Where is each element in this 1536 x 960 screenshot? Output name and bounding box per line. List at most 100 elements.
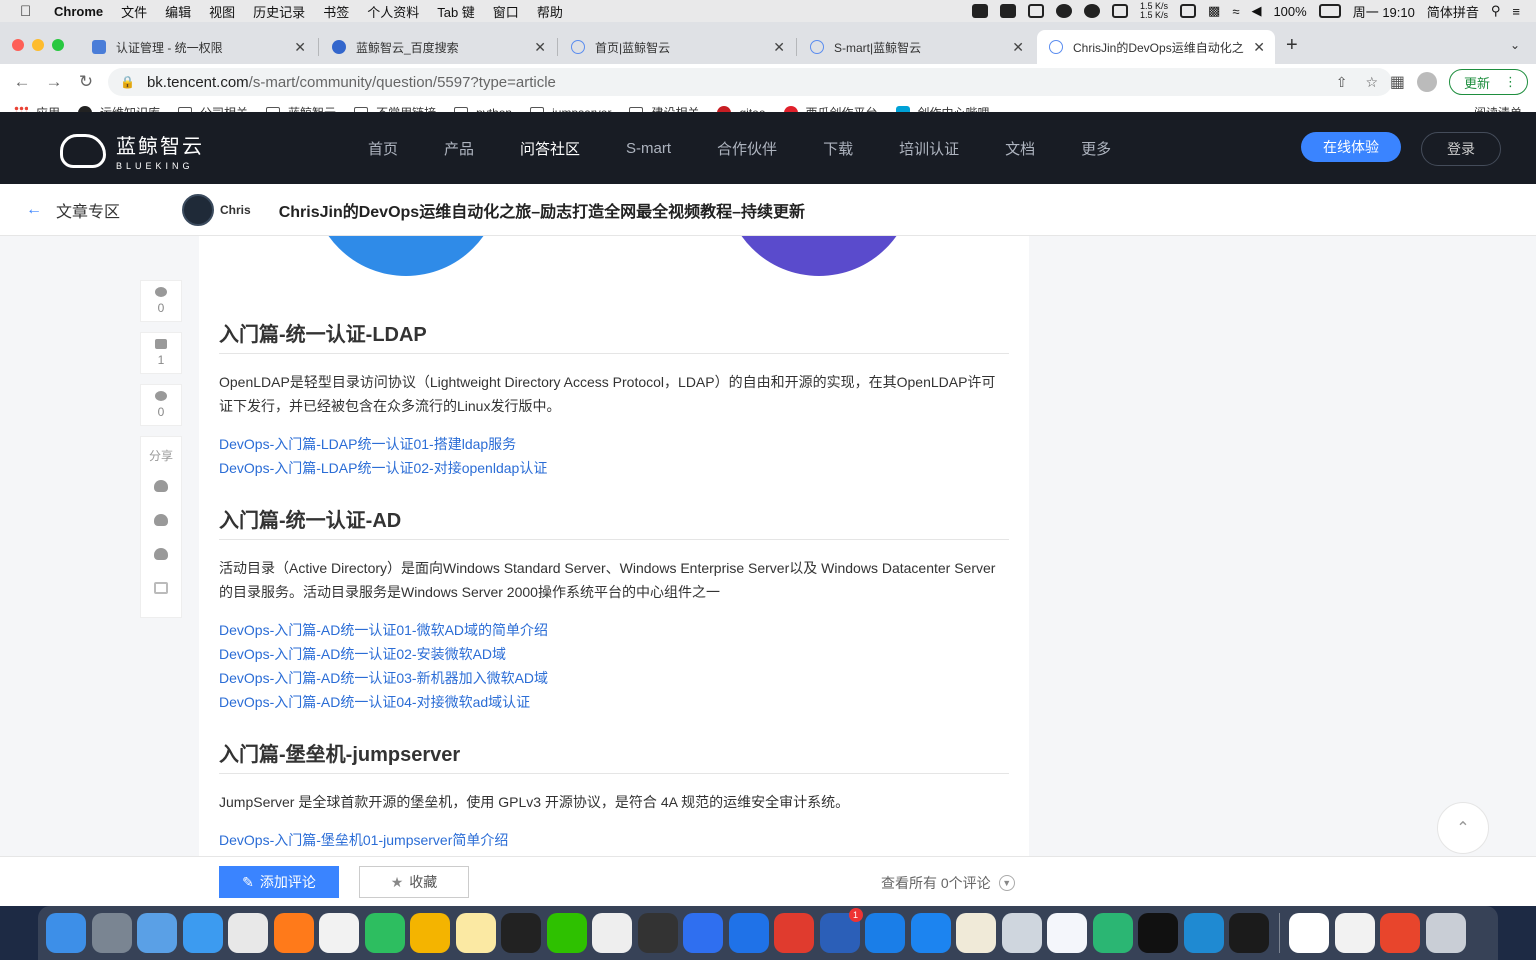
firefox-icon[interactable] — [273, 913, 314, 953]
qq-share-icon[interactable] — [154, 514, 168, 526]
copy-link-icon[interactable] — [154, 582, 168, 594]
article-link[interactable]: DevOps-入门篇-AD统一认证01-微软AD域的简单介绍 — [219, 618, 1009, 642]
wechat-status-icon[interactable] — [1084, 4, 1100, 18]
star-button[interactable]: 0 — [140, 384, 182, 426]
status-app-icon[interactable] — [972, 4, 988, 18]
profile-avatar-icon[interactable] — [1416, 72, 1437, 92]
apple-menu-icon[interactable]:  — [20, 3, 40, 20]
author-avatar[interactable] — [182, 193, 215, 226]
menu-tab[interactable]: Tab 键 — [437, 2, 475, 21]
display-icon[interactable] — [1180, 4, 1197, 18]
menu-app-name[interactable]: Chrome — [54, 4, 103, 19]
calendar-icon[interactable] — [1289, 913, 1329, 953]
launchpad-icon[interactable] — [91, 913, 132, 953]
menu-bookmarks[interactable]: 书签 — [323, 2, 349, 21]
sourcetree-icon[interactable] — [728, 913, 769, 953]
pycharm-icon[interactable] — [1229, 913, 1269, 953]
preview-icon[interactable] — [1380, 913, 1420, 953]
control-center-icon[interactable]: ≡ — [1512, 4, 1520, 19]
menu-view[interactable]: 视图 — [209, 2, 235, 21]
battery-icon[interactable] — [1318, 4, 1341, 18]
menu-help[interactable]: 帮助 — [537, 2, 563, 21]
article-link[interactable]: DevOps-入门篇-AD统一认证03-新机器加入微软AD域 — [219, 666, 1009, 690]
menu-window[interactable]: 窗口 — [493, 2, 519, 21]
finder-icon[interactable] — [46, 913, 86, 953]
safari-icon[interactable] — [182, 913, 223, 953]
tab-2[interactable]: 蓝鲸智云_百度搜索 ✕ — [320, 30, 556, 64]
tab-3[interactable]: 首页|蓝鲸智云 ✕ — [559, 30, 795, 64]
zoom-window-button[interactable] — [52, 39, 64, 51]
close-tab-icon[interactable]: ✕ — [773, 39, 785, 56]
new-tab-button[interactable]: + — [1286, 34, 1298, 57]
wifi-icon[interactable]: ≈ — [1232, 4, 1239, 19]
article-link[interactable]: DevOps-入门篇-堡垒机01-jumpserver简单介绍 — [219, 828, 1009, 852]
trash-icon[interactable] — [1425, 913, 1466, 953]
feishu-icon[interactable] — [683, 913, 723, 953]
nav-products[interactable]: 产品 — [444, 138, 474, 159]
menu-profiles[interactable]: 个人资料 — [367, 2, 419, 21]
bluetooth-icon[interactable]: ▩ — [1208, 3, 1220, 19]
qq-status-icon[interactable] — [1056, 4, 1072, 18]
messages-icon[interactable] — [592, 913, 632, 953]
nav-download[interactable]: 下载 — [823, 138, 853, 159]
scroll-to-top-button[interactable]: ⌃ — [1437, 802, 1489, 854]
try-online-button[interactable]: 在线体验 — [1301, 132, 1401, 162]
bookmark-star-icon[interactable]: ☆ — [1365, 74, 1378, 91]
nav-docs[interactable]: 文档 — [1005, 138, 1035, 159]
disk-utility-icon[interactable] — [1001, 913, 1042, 953]
article-link[interactable]: DevOps-入门篇-LDAP统一认证02-对接openldap认证 — [219, 456, 1009, 480]
like-button[interactable]: 1 — [140, 332, 182, 374]
terminal-zen-icon[interactable] — [637, 913, 678, 953]
spotlight-icon[interactable]: ⚲ — [1491, 3, 1501, 19]
wps-icon[interactable] — [774, 913, 814, 953]
share-icon[interactable]: ⇧ — [1336, 74, 1348, 91]
blueking-logo[interactable]: 蓝鲸智云 BLUEKING — [60, 130, 204, 171]
favorite-button[interactable]: ★ 收藏 — [359, 866, 469, 898]
clock[interactable]: 周一 19:10 — [1353, 2, 1415, 21]
author-name[interactable]: Chris — [220, 203, 251, 217]
add-comment-button[interactable]: ✎ 添加评论 — [219, 866, 339, 898]
section-name[interactable]: 文章专区 — [56, 198, 120, 222]
testflight-icon[interactable] — [910, 913, 951, 953]
reload-button[interactable]: ↻ — [70, 72, 102, 92]
wps-status-icon[interactable] — [1000, 4, 1016, 18]
view-all-comments[interactable]: 查看所有 0个评论 ▼ — [881, 873, 1015, 893]
notebook-icon[interactable] — [956, 913, 996, 953]
extensions-puzzle-icon[interactable]: ▦ — [1390, 72, 1405, 92]
article-link[interactable]: DevOps-入门篇-AD统一认证04-对接微软ad域认证 — [219, 690, 1009, 714]
screen-record-icon[interactable] — [1028, 4, 1044, 18]
minimize-window-button[interactable] — [32, 39, 44, 51]
nav-more[interactable]: 更多 — [1081, 138, 1111, 159]
wechat-icon[interactable] — [546, 913, 587, 953]
article-link[interactable]: DevOps-入门篇-LDAP统一认证01-搭建ldap服务 — [219, 432, 1009, 456]
qq-penguin-icon[interactable] — [501, 913, 541, 953]
evernote-icon[interactable] — [364, 913, 405, 953]
tab-5-active[interactable]: ChrisJin的DevOps运维自动化之 ✕ — [1037, 30, 1275, 64]
article-link[interactable]: DevOps-入门篇-AD统一认证02-安装微软AD域 — [219, 642, 1009, 666]
chrome-icon[interactable] — [228, 913, 268, 953]
headphones-icon[interactable] — [1112, 4, 1128, 18]
tab-1[interactable]: 认证管理 - 统一权限 ✕ — [80, 30, 316, 64]
login-button[interactable]: 登录 — [1421, 132, 1501, 166]
nav-smart[interactable]: S-mart — [626, 140, 671, 157]
word-icon[interactable]: 1 — [819, 908, 863, 953]
textedit-icon[interactable] — [1334, 913, 1375, 953]
close-tab-icon[interactable]: ✕ — [1253, 39, 1265, 56]
nav-home[interactable]: 首页 — [368, 138, 398, 159]
address-bar[interactable]: 🔒 bk.tencent.com/s-mart/community/questi… — [108, 68, 1392, 96]
volume-icon[interactable]: ◀ — [1251, 3, 1261, 19]
tab-search-chevron-icon[interactable]: ⌄ — [1510, 38, 1520, 52]
k-app-icon[interactable] — [865, 913, 905, 953]
tab-4[interactable]: S-mart|蓝鲸智云 ✕ — [798, 30, 1034, 64]
nav-community[interactable]: 问答社区 — [520, 138, 580, 159]
notes-icon[interactable] — [455, 913, 496, 953]
qq-icon[interactable] — [137, 913, 177, 953]
photos-icon[interactable] — [410, 913, 450, 953]
wechat-share-icon[interactable] — [154, 480, 168, 492]
comment-count-button[interactable]: 0 — [140, 280, 182, 322]
update-button[interactable]: 更新 ⋮ — [1448, 69, 1528, 95]
close-window-button[interactable] — [12, 39, 24, 51]
back-arrow-icon[interactable]: ← — [26, 201, 42, 219]
menu-history[interactable]: 历史记录 — [253, 2, 305, 21]
close-tab-icon[interactable]: ✕ — [534, 39, 546, 56]
